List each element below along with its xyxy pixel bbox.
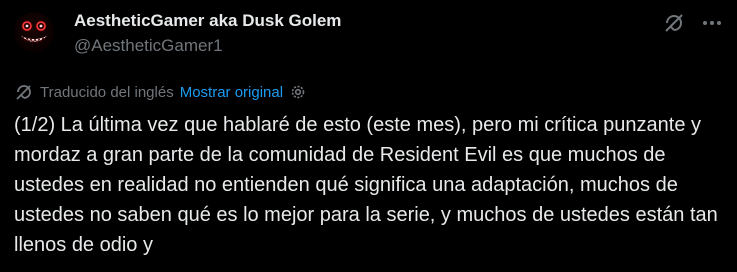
- gear-icon[interactable]: [289, 83, 307, 101]
- grok-icon[interactable]: [663, 12, 685, 34]
- author-handle[interactable]: @AestheticGamer1: [74, 36, 223, 56]
- show-original-link[interactable]: Mostrar original: [180, 84, 283, 101]
- translation-bar: Traducido del inglés Mostrar original: [14, 82, 307, 102]
- author-display-name[interactable]: AestheticGamer aka Dusk Golem: [74, 11, 341, 31]
- tweet: AestheticGamer aka Dusk Golem @Aesthetic…: [0, 0, 737, 272]
- more-options-icon[interactable]: [701, 12, 723, 34]
- avatar[interactable]: [14, 12, 54, 52]
- translated-from-label: Traducido del inglés: [40, 83, 174, 101]
- tweet-text: (1/2) La última vez que hablaré de esto …: [14, 114, 718, 256]
- translate-icon: [14, 82, 34, 102]
